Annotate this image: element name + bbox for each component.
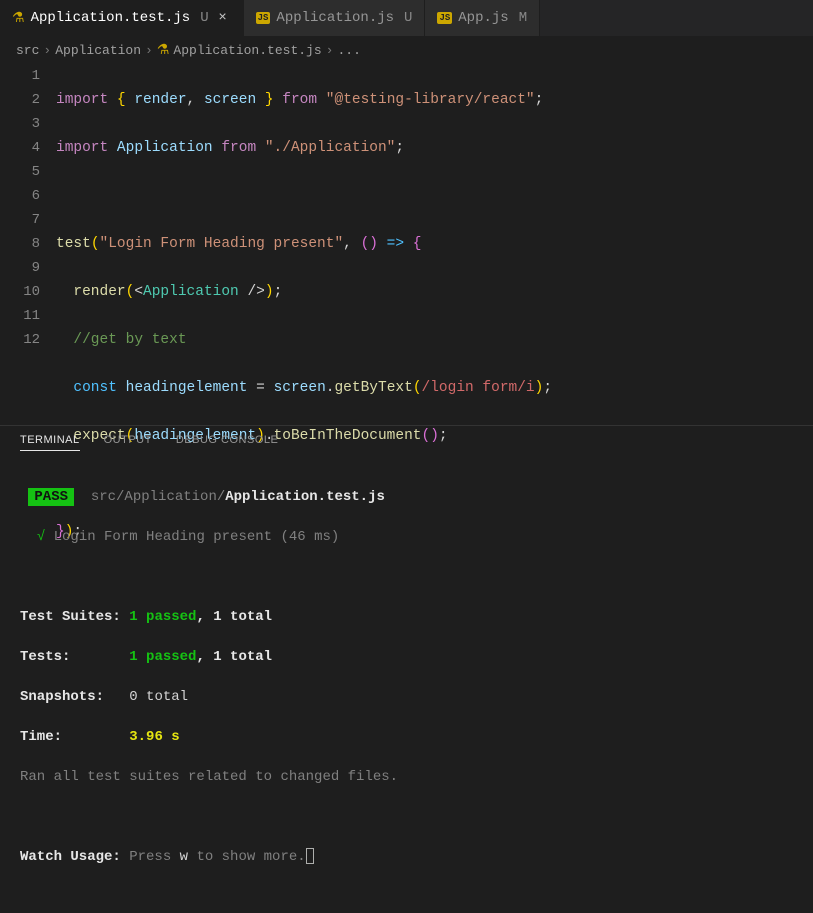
breadcrumb-item[interactable]: src [16,43,39,58]
tab-label: App.js [458,10,508,26]
breadcrumb-item[interactable]: ... [337,43,360,58]
js-icon: JS [437,12,452,24]
chevron-right-icon: › [145,43,153,58]
chevron-right-icon: › [326,43,334,58]
close-icon[interactable]: × [215,10,231,26]
tab-terminal[interactable]: TERMINAL [20,434,80,451]
code-content[interactable]: import { render, screen } from "@testing… [56,64,813,425]
tab-status: U [404,10,412,26]
tab-app[interactable]: JS App.js M [425,0,540,36]
chevron-right-icon: › [43,43,51,58]
tab-output[interactable]: OUTPUT [104,434,152,451]
flask-icon: ⚗ [12,10,25,27]
tab-debug-console[interactable]: DEBUG CONSOLE [176,434,278,451]
breadcrumb[interactable]: src › Application › ⚗ Application.test.j… [0,36,813,64]
breadcrumb-item[interactable]: Application [55,43,141,58]
breadcrumb-item[interactable]: Application.test.js [173,43,321,58]
bottom-panel: TERMINAL OUTPUT DEBUG CONSOLE PASS src/A… [0,425,813,735]
flask-icon: ⚗ [157,42,170,59]
terminal-output[interactable]: PASS src/Application/Application.test.js… [0,461,813,913]
editor-tabs: ⚗ Application.test.js U × JS Application… [0,0,813,36]
panel-tabs: TERMINAL OUTPUT DEBUG CONSOLE [0,426,813,461]
tab-status: U [200,10,208,26]
line-numbers: 123 456 789 101112 [0,64,56,425]
tab-label: Application.js [276,10,394,26]
tab-label: Application.test.js [31,10,191,26]
cursor [306,848,314,864]
tab-application-test[interactable]: ⚗ Application.test.js U × [0,0,244,36]
js-icon: JS [256,12,271,24]
tab-application[interactable]: JS Application.js U [244,0,426,36]
pass-badge: PASS [28,488,74,506]
code-editor[interactable]: 123 456 789 101112 import { render, scre… [0,64,813,425]
tab-status: M [519,10,527,26]
